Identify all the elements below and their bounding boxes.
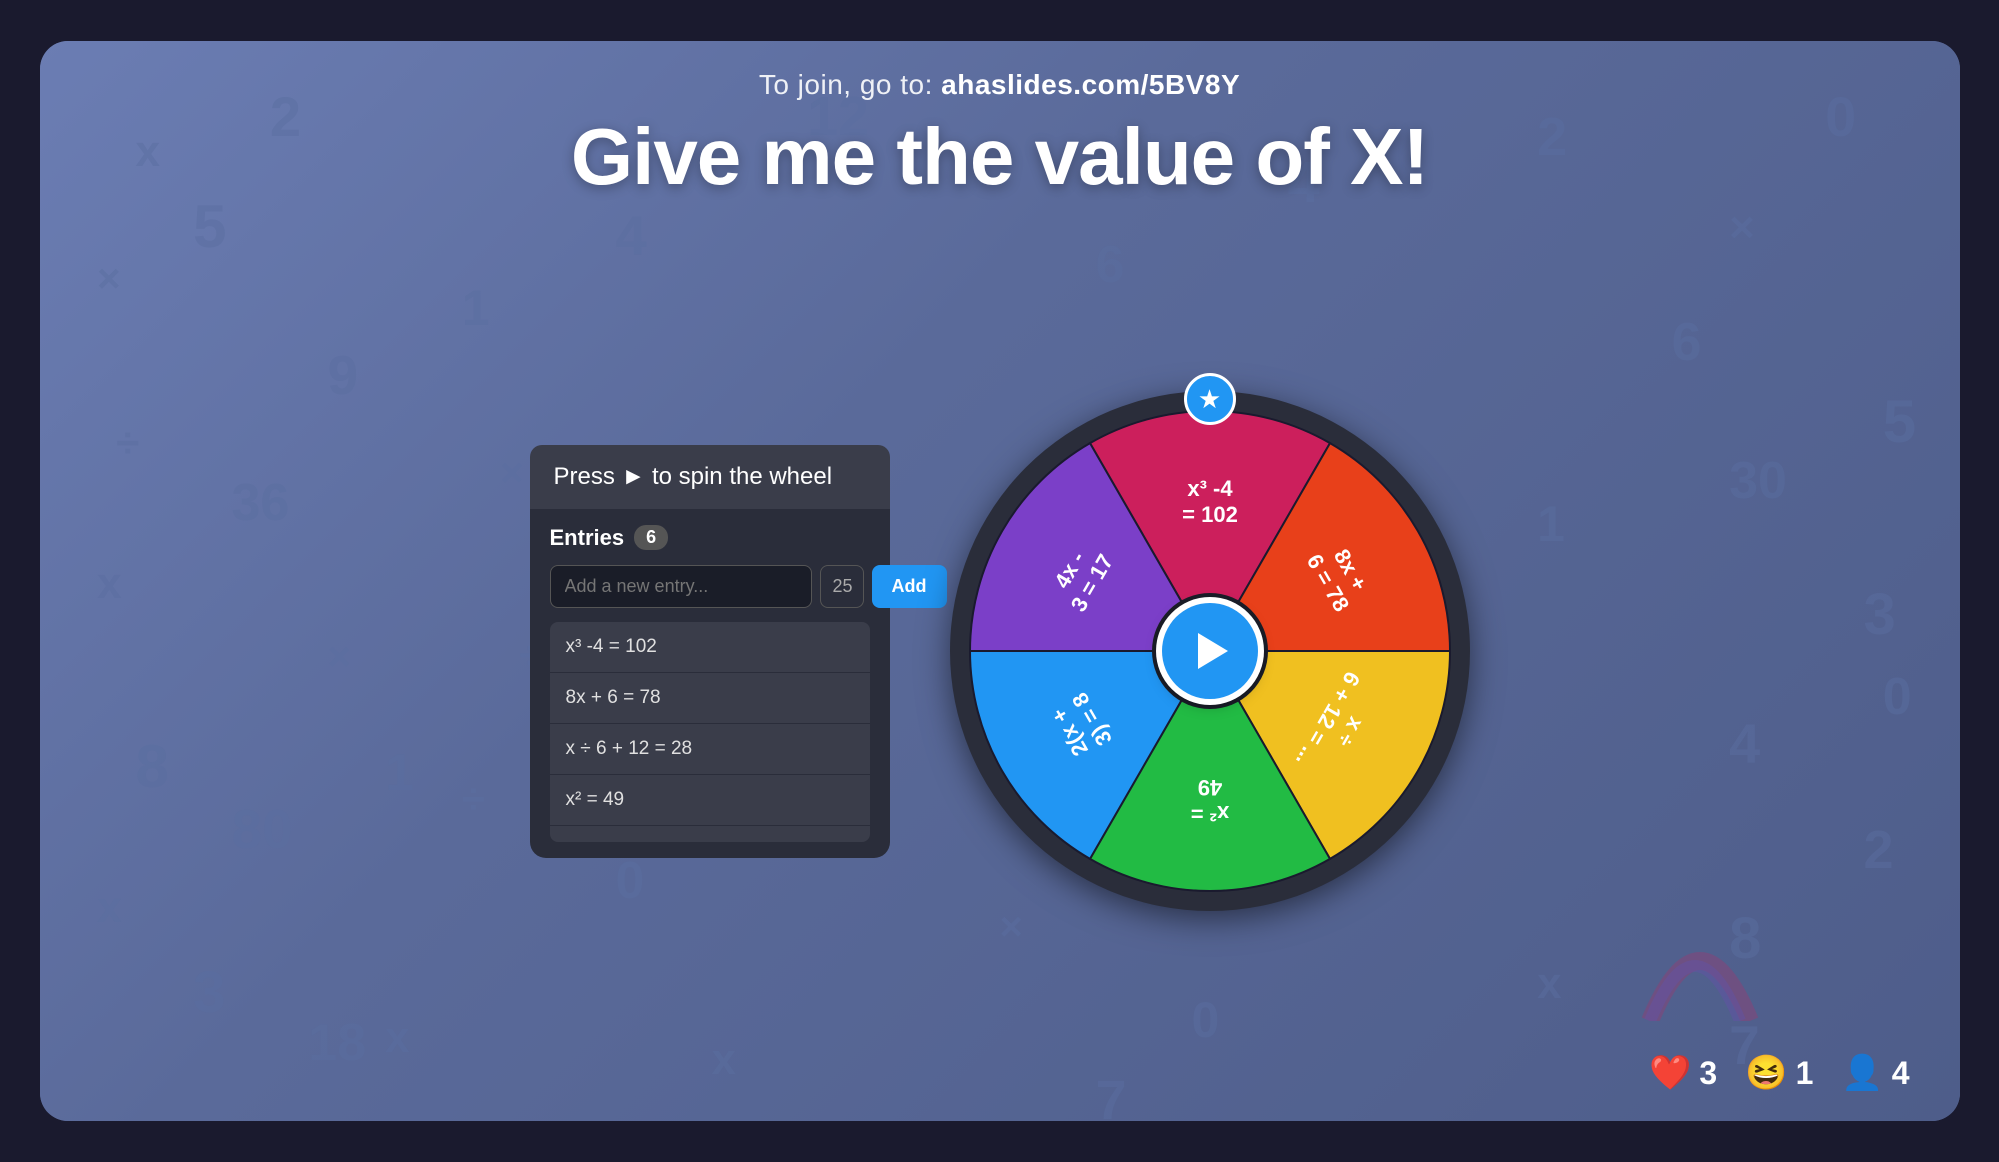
- users-icon: 👤: [1841, 1053, 1883, 1093]
- wheel-pointer: ★: [1184, 373, 1236, 425]
- header: To join, go to: ahaslides.com/5BV8Y Give…: [40, 41, 1960, 203]
- list-item[interactable]: x³ -4 = 102: [550, 622, 870, 673]
- wheel-segment-label: x³ -4= 102: [1182, 476, 1238, 527]
- list-item[interactable]: x ÷ 6 + 12 = 28: [550, 724, 870, 775]
- footer-stats: ❤️ 3 😆 1 👤 4: [1649, 1053, 1909, 1093]
- join-url-text: To join, go to: ahaslides.com/5BV8Y: [40, 69, 1960, 101]
- entry-input[interactable]: [550, 565, 812, 608]
- page-title: Give me the value of X!: [40, 111, 1960, 203]
- users-count: 4: [1892, 1055, 1910, 1092]
- wheel-outer: x³ -4= 1028x +6 = 78x ÷6 + 12 = ...x² =4…: [950, 391, 1470, 911]
- users-stat: 👤 4: [1841, 1053, 1909, 1093]
- laugh-icon: 😆: [1745, 1053, 1787, 1093]
- entries-section: Entries 6 25 Add x³ -4 = 1028x + 6 = 78x…: [530, 509, 890, 858]
- entries-count: 6: [634, 525, 668, 550]
- play-button[interactable]: [1162, 603, 1258, 699]
- join-url: ahaslides.com/5BV8Y: [941, 69, 1240, 100]
- content-area: Press ► to spin the wheel Entries 6 25 A…: [40, 241, 1960, 1061]
- entries-list[interactable]: x³ -4 = 1028x + 6 = 78x ÷ 6 + 12 = 28x² …: [550, 622, 870, 842]
- screen: 2x5×9÷36x×880x31812642×06530314280x70×x7…: [40, 41, 1960, 1121]
- join-prefix: To join, go to:: [759, 69, 941, 100]
- entries-header: Entries 6: [550, 525, 870, 551]
- add-button[interactable]: Add: [872, 565, 947, 608]
- laugh-stat: 😆 1: [1745, 1053, 1813, 1093]
- entry-count-badge: 25: [820, 565, 864, 608]
- hearts-count: 3: [1699, 1055, 1717, 1092]
- list-item[interactable]: x² = 49: [550, 775, 870, 826]
- laugh-count: 1: [1796, 1055, 1814, 1092]
- entry-input-row: 25 Add: [550, 565, 870, 608]
- heart-icon: ❤️: [1649, 1053, 1691, 1093]
- pin-circle: ★: [1184, 373, 1236, 425]
- wheel-container: ★ x³ -4= 1028x +6 = 78x ÷6 + 12 = ...x² …: [950, 391, 1470, 911]
- entries-label: Entries: [550, 525, 625, 551]
- hearts-stat: ❤️ 3: [1649, 1053, 1717, 1093]
- spin-prompt: Press ► to spin the wheel: [530, 445, 890, 509]
- spin-panel: Press ► to spin the wheel Entries 6 25 A…: [530, 445, 890, 858]
- spin-prompt-text: Press ► to spin the wheel: [554, 463, 833, 491]
- list-item[interactable]: 2(x + 3) = 8: [550, 826, 870, 842]
- play-triangle-icon: [1198, 633, 1228, 669]
- star-icon: ★: [1198, 384, 1221, 415]
- list-item[interactable]: 8x + 6 = 78: [550, 673, 870, 724]
